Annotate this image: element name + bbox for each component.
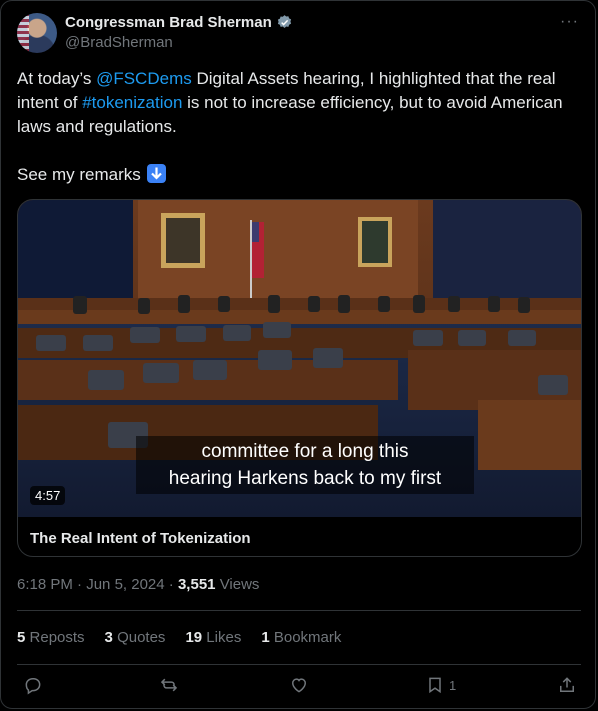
divider [17,610,581,611]
author-handle[interactable]: @BradSherman [65,34,173,51]
reposts-label: Reposts [29,629,85,646]
reply-icon [25,678,41,695]
views-label: Views [219,576,260,593]
video-duration: 4:57 [30,486,66,505]
caption-line: committee for a long this [201,441,409,462]
tweet-text-part: At today’s [17,69,97,88]
quotes-stat[interactable]: 3 Quotes [105,629,166,646]
share-button[interactable] [557,675,577,695]
media-card[interactable]: committee for a long this hearing Harken… [17,199,582,557]
bookmark-count: 1 [449,677,457,693]
like-icon [291,678,307,693]
likes-label: Likes [206,629,242,646]
avatar[interactable] [17,13,57,53]
mention-link[interactable]: @FSCDems [96,69,192,88]
tweet-date[interactable]: Jun 5, 2024 [86,576,164,593]
reposts-stat[interactable]: 5 Reposts [17,629,85,646]
tweet-card: Congressman Brad Sherman @BradSherman ··… [0,0,596,709]
media-title[interactable]: The Real Intent of Tokenization [30,530,251,547]
hashtag-link[interactable]: #tokenization [82,93,182,112]
quotes-label: Quotes [117,629,166,646]
likes-stat[interactable]: 19 Likes [185,629,241,646]
tweet-time[interactable]: 6:18 PM [17,576,73,593]
tweet-header: Congressman Brad Sherman @BradSherman ··… [17,13,581,57]
bookmarks-stat[interactable]: 1 Bookmark [261,629,341,646]
divider [17,664,581,665]
video-player[interactable]: committee for a long this hearing Harken… [18,200,581,517]
author-name-row: Congressman Brad Sherman [65,14,293,31]
action-bar: 1 [17,673,581,705]
share-icon [560,677,574,692]
likes-count: 19 [185,629,203,646]
video-caption: committee for a long this hearing Harken… [136,436,474,494]
caption-line: hearing Harkens back to my first [168,468,442,489]
verified-badge-icon[interactable] [276,14,293,31]
down-arrow-emoji-icon [147,164,167,183]
tweet-meta: 6:18 PM · Jun 5, 2024 · 3,551 Views [17,576,260,593]
reposts-count: 5 [17,629,26,646]
tweet-text-line: See my remarks [17,165,141,184]
tweet-stats: 5 Reposts 3 Quotes 19 Likes 1 Bookmark [17,629,341,646]
quotes-count: 3 [104,629,113,646]
bookmark-icon [429,677,441,694]
repost-icon [160,678,178,692]
views-count: 3,551 [177,576,216,593]
reply-button[interactable] [23,675,43,695]
bookmarks-label: Bookmark [273,629,342,646]
bookmarks-count: 1 [261,629,270,646]
tweet-text: At today’s @FSCDems Digital Assets heari… [17,67,577,187]
like-button[interactable] [289,675,309,695]
author-display-name[interactable]: Congressman Brad Sherman [65,14,272,31]
repost-button[interactable] [159,675,179,695]
bookmark-button[interactable]: 1 [425,675,456,695]
more-icon[interactable]: ··· [560,13,579,31]
